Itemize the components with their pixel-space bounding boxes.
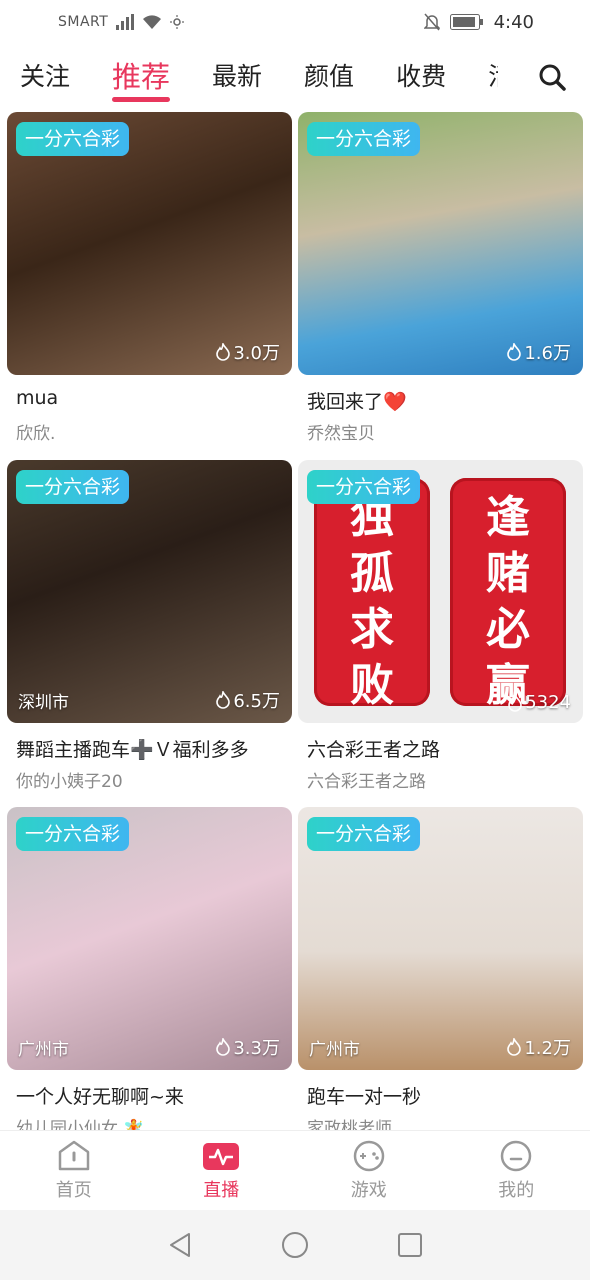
room-title: 六合彩王者之路 — [307, 739, 441, 761]
mute-bell-icon — [423, 13, 440, 31]
city-label: 深圳市 — [18, 693, 69, 713]
lottery-badge: 一分六合彩 — [307, 122, 421, 156]
room-title: 我回来了❤️ — [307, 391, 407, 413]
cover-image: 一分六合彩 3.0万 — [7, 112, 292, 375]
view-count: 3.3万 — [215, 1034, 280, 1060]
cover-image: 一分六合彩 广州市 3.3万 — [7, 807, 292, 1070]
search-icon — [539, 64, 566, 91]
phone-case-right: 逢 赌 必 赢 — [450, 478, 566, 711]
back-icon[interactable] — [167, 1231, 193, 1259]
gamepad-icon — [353, 1140, 384, 1171]
live-card[interactable]: 独 孤 求 败 逢 赌 必 赢 一分六合彩 5324 六合彩王者之路 六合彩王者… — [298, 460, 583, 791]
room-title: 跑车一对一秒 — [307, 1086, 422, 1108]
home-circle-icon[interactable] — [281, 1231, 309, 1259]
live-card[interactable]: 一分六合彩 3.0万 mua 欣欣. — [7, 112, 292, 443]
tab-looks[interactable]: 颜值 — [304, 44, 354, 106]
flame-icon — [507, 1038, 522, 1056]
flame-icon — [508, 693, 522, 712]
live-card[interactable]: 一分六合彩 深圳市 6.5万 舞蹈主播跑车➕Ｖ福利多多 你的小姨子20 — [7, 460, 292, 791]
host-name: 家政桃老师 — [307, 1119, 392, 1130]
category-tabs: 关注 推荐 最新 颜值 收费 活 — [0, 44, 590, 106]
home-icon — [58, 1140, 89, 1170]
flame-icon — [216, 1038, 231, 1056]
flame-icon — [216, 691, 231, 709]
nav-games[interactable]: 游戏 — [295, 1131, 443, 1210]
room-title: 一个人好无聊啊~来 — [16, 1086, 184, 1108]
flame-icon — [216, 343, 231, 361]
live-card[interactable]: 一分六合彩 广州市 3.3万 一个人好无聊啊~来 幼儿园小仙女.🧚 — [7, 807, 292, 1130]
tab-follow[interactable]: 关注 — [20, 44, 70, 106]
host-name: 幼儿园小仙女.🧚 — [16, 1119, 145, 1130]
lottery-badge: 一分六合彩 — [16, 470, 130, 504]
lottery-badge: 一分六合彩 — [16, 817, 130, 851]
cover-image: 一分六合彩 广州市 1.2万 — [298, 807, 583, 1070]
brightness-icon — [170, 15, 185, 29]
live-card[interactable]: 一分六合彩 1.6万 我回来了❤️ 乔然宝贝 — [298, 112, 583, 443]
profile-icon — [501, 1140, 532, 1171]
tab-recommend[interactable]: 推荐 — [112, 44, 171, 106]
status-bar: SMART 4:40 — [0, 0, 590, 44]
tab-paid[interactable]: 收费 — [396, 44, 446, 106]
view-count: 5324 — [507, 692, 571, 713]
view-count: 1.2万 — [506, 1034, 571, 1060]
carrier-label: SMART — [58, 14, 109, 30]
view-count: 1.6万 — [506, 339, 571, 365]
search-button[interactable] — [536, 60, 570, 94]
cover-image: 一分六合彩 1.6万 — [298, 112, 583, 375]
live-card[interactable]: 一分六合彩 广州市 1.2万 跑车一对一秒 家政桃老师 — [298, 807, 583, 1130]
view-count: 3.0万 — [215, 339, 280, 365]
lottery-badge: 一分六合彩 — [16, 122, 130, 156]
tab-latest[interactable]: 最新 — [212, 44, 262, 106]
clock: 4:40 — [493, 11, 534, 33]
lottery-badge: 一分六合彩 — [307, 817, 421, 851]
nav-live[interactable]: 直播 — [148, 1131, 296, 1210]
room-title: 舞蹈主播跑车➕Ｖ福利多多 — [16, 739, 249, 761]
view-count: 6.5万 — [215, 687, 280, 713]
host-name: 欣欣. — [16, 424, 56, 443]
flame-icon — [507, 343, 522, 361]
live-icon — [203, 1142, 240, 1170]
bottom-nav: 首页 直播 游戏 我的 — [0, 1130, 590, 1210]
host-name: 六合彩王者之路 — [307, 772, 426, 791]
room-title: mua — [16, 387, 59, 409]
system-nav-bar — [0, 1210, 590, 1280]
battery-icon — [449, 14, 483, 30]
nav-profile[interactable]: 我的 — [443, 1131, 590, 1210]
host-name: 你的小姨子20 — [16, 772, 123, 791]
cover-image: 独 孤 求 败 逢 赌 必 赢 一分六合彩 5324 — [298, 460, 583, 723]
nav-home[interactable]: 首页 — [0, 1131, 148, 1210]
city-label: 广州市 — [309, 1040, 360, 1060]
tab-overflow[interactable]: 活 — [488, 44, 498, 106]
cover-image: 一分六合彩 深圳市 6.5万 — [7, 460, 292, 723]
host-name: 乔然宝贝 — [307, 424, 375, 443]
wifi-icon — [143, 15, 162, 29]
lottery-badge: 一分六合彩 — [307, 470, 421, 504]
recents-icon[interactable] — [397, 1232, 423, 1258]
phone-case-left: 独 孤 求 败 — [314, 478, 430, 711]
live-room-grid: 一分六合彩 3.0万 mua 欣欣. 一分六合彩 1.6万 我回来了❤️ 乔然宝… — [0, 112, 590, 1130]
signal-icon — [116, 14, 135, 30]
city-label: 广州市 — [18, 1040, 69, 1060]
